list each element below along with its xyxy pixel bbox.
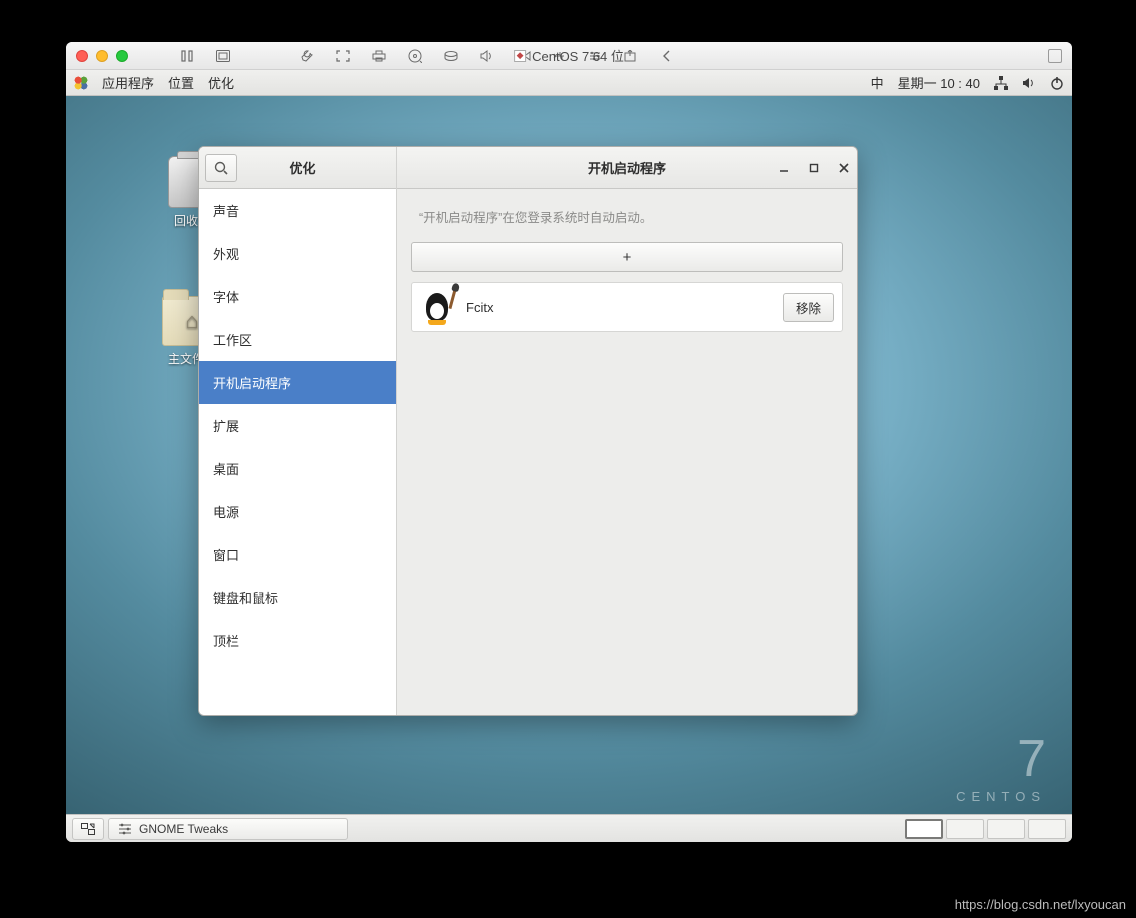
close-icon[interactable] xyxy=(76,50,88,62)
window-controls xyxy=(777,161,851,175)
tweaks-content: “开机启动程序”在您登录系统时自动启动。 + Fcitx 移除 xyxy=(397,189,857,715)
main-title: 开机启动程序 xyxy=(588,158,666,177)
disk-icon[interactable] xyxy=(406,47,424,65)
hint-text: “开机启动程序”在您登录系统时自动启动。 xyxy=(411,207,843,226)
traffic-lights xyxy=(76,50,128,62)
taskbar-app-label: GNOME Tweaks xyxy=(139,822,228,836)
volume-icon[interactable] xyxy=(1022,77,1036,89)
centos-badge-icon: ◆ xyxy=(514,50,526,62)
network-icon[interactable] xyxy=(994,76,1008,90)
sidebar-item-workspaces[interactable]: 工作区 xyxy=(199,318,396,361)
printer-icon[interactable] xyxy=(370,47,388,65)
workspace-2[interactable] xyxy=(946,819,984,839)
close-button[interactable] xyxy=(837,161,851,175)
sidebar-item-startup[interactable]: 开机启动程序 xyxy=(199,361,396,404)
ime-indicator[interactable]: 中 xyxy=(871,73,884,92)
pause-icon[interactable] xyxy=(178,47,196,65)
clock[interactable]: 星期一 10 : 40 xyxy=(898,73,980,92)
menu-applications[interactable]: 应用程序 xyxy=(102,73,154,92)
startup-item: Fcitx 移除 xyxy=(411,282,843,332)
tweaks-window: 优化 声音 外观 字体 工作区 开机启动程序 扩展 桌面 电源 窗口 键盘和鼠标… xyxy=(198,146,858,716)
activities-icon[interactable] xyxy=(74,76,88,90)
mac-titlebar: ◆ CentOS 7 64 位 xyxy=(66,42,1072,70)
vm-title: ◆ CentOS 7 64 位 xyxy=(514,46,624,65)
snapshot-icon[interactable] xyxy=(214,47,232,65)
sidebar-item-topbar[interactable]: 顶栏 xyxy=(199,619,396,662)
add-startup-button[interactable]: + xyxy=(411,242,843,272)
fcitx-icon xyxy=(420,289,456,325)
workspace-indicator xyxy=(905,819,1066,839)
tweaks-main-header: 开机启动程序 xyxy=(397,147,857,189)
share-icon[interactable] xyxy=(622,47,640,65)
search-button[interactable] xyxy=(205,154,237,182)
sidebar-item-power[interactable]: 电源 xyxy=(199,490,396,533)
workspace-1[interactable] xyxy=(905,819,943,839)
sidebar-item-windows[interactable]: 窗口 xyxy=(199,533,396,576)
remove-button[interactable]: 移除 xyxy=(783,293,834,322)
desktop[interactable]: 回收站 ⌂ 主文件夹 7 CENTOS 优化 声音 xyxy=(66,96,1072,814)
startup-item-name: Fcitx xyxy=(466,300,773,315)
centos-watermark: 7 CENTOS xyxy=(956,729,1046,804)
back-icon[interactable] xyxy=(658,47,676,65)
tweaks-main: 开机启动程序 “开机启动程序”在您登录系统时自动启动。 + xyxy=(397,147,857,715)
taskbar-app-tweaks[interactable]: GNOME Tweaks xyxy=(108,818,348,840)
menu-tweaks[interactable]: 优化 xyxy=(208,73,234,92)
minimize-icon[interactable] xyxy=(96,50,108,62)
fullscreen-icon[interactable] xyxy=(334,47,352,65)
window-mode-icon[interactable] xyxy=(1048,49,1062,63)
wrench-icon[interactable] xyxy=(298,47,316,65)
maximize-icon[interactable] xyxy=(116,50,128,62)
show-desktop-button[interactable] xyxy=(72,818,104,840)
menu-places[interactable]: 位置 xyxy=(168,73,194,92)
tweaks-app-icon xyxy=(117,823,133,835)
workspace-4[interactable] xyxy=(1028,819,1066,839)
watermark: https://blog.csdn.net/lxyoucan xyxy=(955,897,1126,912)
sidebar-item-extensions[interactable]: 扩展 xyxy=(199,404,396,447)
maximize-button[interactable] xyxy=(807,161,821,175)
sidebar-item-desktop[interactable]: 桌面 xyxy=(199,447,396,490)
sidebar-item-sound[interactable]: 声音 xyxy=(199,189,396,232)
sidebar-item-appearance[interactable]: 外观 xyxy=(199,232,396,275)
tweaks-sidebar-header: 优化 xyxy=(199,147,396,189)
sidebar-item-fonts[interactable]: 字体 xyxy=(199,275,396,318)
gnome-topbar: 应用程序 位置 优化 中 星期一 10 : 40 xyxy=(66,70,1072,96)
home-icon: ⌂ xyxy=(185,308,198,334)
sidebar-list: 声音 外观 字体 工作区 开机启动程序 扩展 桌面 电源 窗口 键盘和鼠标 顶栏 xyxy=(199,189,396,715)
power-icon[interactable] xyxy=(1050,76,1064,90)
gnome-taskbar: GNOME Tweaks xyxy=(66,814,1072,842)
sound-icon[interactable] xyxy=(478,47,496,65)
tweaks-sidebar: 优化 声音 外观 字体 工作区 开机启动程序 扩展 桌面 电源 窗口 键盘和鼠标… xyxy=(199,147,397,715)
sidebar-title: 优化 xyxy=(247,158,358,177)
drive-icon[interactable] xyxy=(442,47,460,65)
mac-vm-window: ◆ CentOS 7 64 位 应用程序 位置 优化 中 星期一 10 : 40… xyxy=(66,42,1072,842)
workspace-3[interactable] xyxy=(987,819,1025,839)
minimize-button[interactable] xyxy=(777,161,791,175)
sidebar-item-keyboard-mouse[interactable]: 键盘和鼠标 xyxy=(199,576,396,619)
